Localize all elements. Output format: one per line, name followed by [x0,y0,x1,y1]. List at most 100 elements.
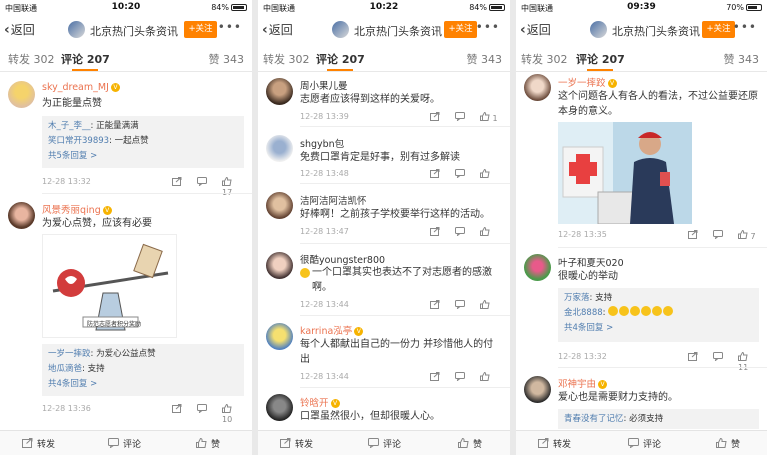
avatar[interactable] [266,78,293,105]
reply-box[interactable]: 木_子_李__: 正能量满满 笑口常开39893: 一起点赞 共5条回复 > [42,116,244,168]
tab-repost[interactable]: 转发 302 [521,51,568,67]
share-icon[interactable] [688,352,698,363]
more-replies-link[interactable]: 共5条回复 > [48,149,238,164]
tab-comment[interactable]: 评论 207 [316,51,365,67]
comment-button[interactable]: 评论 [368,437,401,450]
like-button[interactable]: 1 [480,111,498,123]
like-button[interactable] [480,299,490,311]
share-icon[interactable] [430,372,440,383]
comment-icon[interactable] [455,300,465,311]
reply-user[interactable]: 万家落 [564,293,590,303]
share-icon[interactable] [172,404,182,415]
follow-button[interactable]: +关注 [702,21,735,38]
username[interactable]: 铃晗开 V [300,395,340,409]
comment-icon[interactable] [455,169,465,180]
avatar[interactable] [266,192,293,219]
tab-repost[interactable]: 转发 302 [8,51,55,67]
reply-user[interactable]: 青春没有了记忆 [564,414,624,424]
reply-box[interactable]: 青春没有了记忆: 必须支持 [558,409,759,429]
more-icon[interactable]: ••• [476,20,500,34]
tab-repost[interactable]: 转发 302 [263,51,310,67]
like-button-bottom[interactable]: 赞 [196,437,220,450]
tab-like[interactable]: 赞 343 [724,51,760,67]
share-icon[interactable] [430,227,440,238]
comment-icon[interactable] [197,404,207,415]
comment-icon[interactable] [713,230,723,241]
reply-box[interactable]: 万家落: 支持 金北8888: 共4条回复 > [558,288,759,342]
reply-user[interactable]: 地瓜滴爸 [48,364,82,374]
username[interactable]: 邓神宇由 V [558,376,608,390]
more-icon[interactable]: ••• [218,20,242,34]
account-avatar[interactable] [590,21,607,38]
like-button-bottom[interactable]: 赞 [458,437,482,450]
thumb-up-icon [738,351,748,361]
reply-user[interactable]: 一岁一摔跤 [48,349,91,359]
comment-icon[interactable] [455,112,465,123]
username[interactable]: 很酷youngster800 [300,252,385,266]
like-button[interactable] [480,371,490,383]
like-button[interactable] [480,226,490,238]
like-button[interactable] [480,168,490,180]
chevron-left-icon: ‹ [4,22,10,38]
more-icon[interactable]: ••• [733,20,757,34]
avatar[interactable] [524,254,551,281]
back-button[interactable]: ‹返回 [520,21,551,38]
share-icon[interactable] [430,300,440,311]
share-icon[interactable] [430,112,440,123]
reply-box[interactable]: 一岁一摔跤: 为爱心公益点赞 地瓜滴爸: 支持 共4条回复 > [42,344,244,396]
account-avatar[interactable] [68,21,85,38]
repost-button[interactable]: 转发 [22,437,55,450]
like-button-bottom[interactable]: 赞 [716,437,740,450]
avatar[interactable] [266,394,293,421]
more-replies-link[interactable]: 共4条回复 > [48,377,238,392]
comment-image[interactable] [558,122,692,224]
tab-like[interactable]: 赞 343 [467,51,503,67]
repost-button[interactable]: 转发 [280,437,313,450]
username[interactable]: 洁阿洁阿洁凯怀 [300,193,367,207]
username[interactable]: sky_dream_MJ V [42,82,120,93]
back-button[interactable]: ‹返回 [262,21,293,38]
tab-like[interactable]: 赞 343 [209,51,245,67]
account-avatar[interactable] [332,21,349,38]
avatar[interactable] [266,135,293,162]
username[interactable]: shgybn包 [300,136,344,150]
screen-3: 中国联通 09:39 70% ‹返回 北京热门头条资讯 +关注 ••• 转发 3… [516,0,767,455]
avatar[interactable] [266,252,293,279]
avatar[interactable] [524,74,551,101]
follow-button[interactable]: +关注 [184,21,217,38]
reply-user[interactable]: 金北8888 [564,308,603,318]
comment-icon[interactable] [197,177,207,188]
username[interactable]: 风景秀丽qing V [42,202,112,216]
comment-image[interactable]: 防范志愿者积分奖励 [42,234,177,338]
follow-button[interactable]: +关注 [444,21,477,38]
share-icon[interactable] [430,169,440,180]
more-replies-link[interactable]: 共4条回复 > [564,321,753,336]
username[interactable]: 周小果儿曼 [300,78,348,92]
reply-user[interactable]: 木_子_李__ [48,121,91,131]
back-button[interactable]: ‹返回 [4,21,35,38]
comment-icon[interactable] [713,352,723,363]
tab-comment[interactable]: 评论 207 [61,51,110,67]
avatar[interactable] [8,202,35,229]
comment-meta: 12-28 13:32 11 [558,351,759,372]
tab-comment[interactable]: 评论 207 [576,51,625,67]
share-icon[interactable] [172,177,182,188]
comment-time: 12-28 13:39 [300,112,349,121]
share-icon[interactable] [688,230,698,241]
comment-icon[interactable] [455,227,465,238]
like-button[interactable]: 10 [222,403,244,424]
repost-button[interactable]: 转发 [538,437,571,450]
battery-percent: 84% [211,3,229,12]
avatar[interactable] [524,376,551,403]
comment-button[interactable]: 评论 [628,437,661,450]
avatar[interactable] [266,323,293,350]
username[interactable]: 叶子和夏天020 [558,255,624,269]
like-button[interactable]: 7 [738,229,756,241]
username[interactable]: karrina泓亭 V [300,323,364,337]
username[interactable]: 一岁一摔跤 V [558,75,617,89]
comment-icon[interactable] [455,372,465,383]
comment-button[interactable]: 评论 [108,437,141,450]
reply-user[interactable]: 笑口常开39893 [48,136,109,146]
avatar[interactable] [8,81,35,108]
comment-item: karrina泓亭 V 每个人都献出自己的一份力 并珍惜他人的付出 12-28 1… [258,316,510,388]
